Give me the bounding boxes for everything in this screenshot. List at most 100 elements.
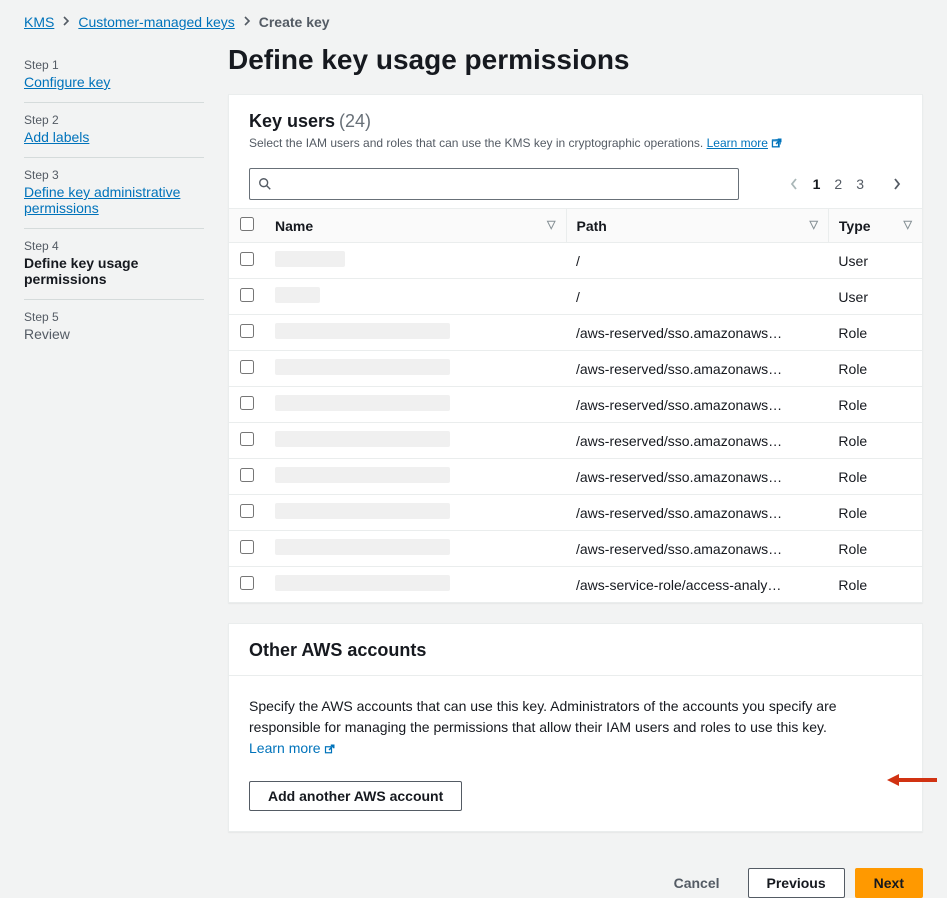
external-link-icon bbox=[771, 137, 783, 149]
cell-name bbox=[265, 387, 566, 423]
column-type[interactable]: Type▽ bbox=[828, 209, 922, 243]
cell-name bbox=[265, 423, 566, 459]
step-title[interactable]: Configure key bbox=[24, 74, 204, 90]
chevron-right-icon bbox=[892, 177, 902, 191]
pagination-prev[interactable] bbox=[789, 177, 799, 191]
cell-path: /aws-reserved/sso.amazonaws… bbox=[566, 315, 828, 351]
search-input[interactable] bbox=[272, 176, 730, 192]
breadcrumb: KMS Customer-managed keys Create key bbox=[0, 0, 947, 40]
learn-more-label: Learn more bbox=[249, 738, 321, 759]
step-2[interactable]: Step 2 Add labels bbox=[24, 103, 204, 158]
cell-path: /aws-reserved/sso.amazonaws… bbox=[566, 531, 828, 567]
cell-path: /aws-reserved/sso.amazonaws… bbox=[566, 495, 828, 531]
chevron-left-icon bbox=[789, 177, 799, 191]
pagination-next[interactable] bbox=[892, 177, 902, 191]
step-label: Step 2 bbox=[24, 113, 204, 127]
step-label: Step 5 bbox=[24, 310, 204, 324]
cell-type: Role bbox=[828, 387, 922, 423]
breadcrumb-kms[interactable]: KMS bbox=[24, 14, 54, 30]
page-3[interactable]: 3 bbox=[856, 176, 864, 192]
key-users-table: Name▽ Path▽ Type▽ /User/User/aws-reserve… bbox=[229, 208, 922, 602]
other-accounts-text: Specify the AWS accounts that can use th… bbox=[249, 698, 837, 735]
cell-type: Role bbox=[828, 567, 922, 603]
pagination: 123 bbox=[789, 176, 902, 192]
row-checkbox[interactable] bbox=[240, 576, 254, 590]
key-users-title: Key users bbox=[249, 111, 335, 131]
cancel-button[interactable]: Cancel bbox=[656, 869, 738, 897]
cell-name bbox=[265, 243, 566, 279]
cell-path: /aws-reserved/sso.amazonaws… bbox=[566, 459, 828, 495]
row-checkbox[interactable] bbox=[240, 252, 254, 266]
table-row: /aws-reserved/sso.amazonaws…Role bbox=[229, 531, 922, 567]
cell-type: Role bbox=[828, 423, 922, 459]
step-1[interactable]: Step 1 Configure key bbox=[24, 48, 204, 103]
step-label: Step 1 bbox=[24, 58, 204, 72]
cell-type: Role bbox=[828, 315, 922, 351]
cell-name bbox=[265, 567, 566, 603]
cell-type: Role bbox=[828, 459, 922, 495]
redacted-name bbox=[275, 539, 450, 555]
page-1[interactable]: 1 bbox=[813, 176, 821, 192]
row-checkbox[interactable] bbox=[240, 432, 254, 446]
table-row: /aws-reserved/sso.amazonaws…Role bbox=[229, 459, 922, 495]
row-checkbox[interactable] bbox=[240, 540, 254, 554]
learn-more-label: Learn more bbox=[707, 136, 768, 150]
cell-path: / bbox=[566, 279, 828, 315]
table-row: /User bbox=[229, 279, 922, 315]
chevron-right-icon bbox=[62, 15, 70, 30]
step-label: Step 3 bbox=[24, 168, 204, 182]
redacted-name bbox=[275, 431, 450, 447]
other-accounts-title: Other AWS accounts bbox=[249, 640, 426, 660]
wizard-footer: Cancel Previous Next bbox=[228, 852, 923, 898]
key-users-count: (24) bbox=[339, 111, 371, 131]
step-title: Review bbox=[24, 326, 204, 342]
redacted-name bbox=[275, 575, 450, 591]
row-checkbox[interactable] bbox=[240, 360, 254, 374]
key-users-subtitle: Select the IAM users and roles that can … bbox=[249, 136, 703, 150]
column-path[interactable]: Path▽ bbox=[566, 209, 828, 243]
cell-name bbox=[265, 351, 566, 387]
step-label: Step 4 bbox=[24, 239, 204, 253]
row-checkbox[interactable] bbox=[240, 288, 254, 302]
row-checkbox[interactable] bbox=[240, 504, 254, 518]
table-row: /aws-reserved/sso.amazonaws…Role bbox=[229, 351, 922, 387]
row-checkbox[interactable] bbox=[240, 396, 254, 410]
other-accounts-learn-more-link[interactable]: Learn more bbox=[249, 738, 336, 759]
row-checkbox[interactable] bbox=[240, 468, 254, 482]
step-title[interactable]: Define key administrative permissions bbox=[24, 184, 204, 216]
breadcrumb-current: Create key bbox=[259, 14, 330, 30]
table-row: /aws-service-role/access-analy…Role bbox=[229, 567, 922, 603]
cell-path: / bbox=[566, 243, 828, 279]
sort-icon: ▽ bbox=[547, 218, 555, 231]
wizard-sidebar: Step 1Configure keyStep 2Add labelsStep … bbox=[24, 40, 204, 898]
table-row: /aws-reserved/sso.amazonaws…Role bbox=[229, 387, 922, 423]
cell-type: Role bbox=[828, 351, 922, 387]
breadcrumb-customer-managed-keys[interactable]: Customer-managed keys bbox=[78, 14, 234, 30]
redacted-name bbox=[275, 323, 450, 339]
key-users-panel: Key users (24) Select the IAM users and … bbox=[228, 94, 923, 603]
previous-button[interactable]: Previous bbox=[748, 868, 845, 898]
redacted-name bbox=[275, 287, 320, 303]
column-name[interactable]: Name▽ bbox=[265, 209, 566, 243]
table-row: /aws-reserved/sso.amazonaws…Role bbox=[229, 315, 922, 351]
row-checkbox[interactable] bbox=[240, 324, 254, 338]
select-all-checkbox[interactable] bbox=[240, 217, 254, 231]
page-2[interactable]: 2 bbox=[834, 176, 842, 192]
cell-type: User bbox=[828, 279, 922, 315]
table-row: /aws-reserved/sso.amazonaws…Role bbox=[229, 495, 922, 531]
key-users-learn-more-link[interactable]: Learn more bbox=[707, 136, 783, 150]
next-button[interactable]: Next bbox=[855, 868, 923, 898]
search-icon bbox=[258, 177, 272, 191]
table-row: /User bbox=[229, 243, 922, 279]
step-title[interactable]: Add labels bbox=[24, 129, 204, 145]
search-input-wrap[interactable] bbox=[249, 168, 739, 200]
step-4: Step 4Define key usage permissions bbox=[24, 229, 204, 300]
redacted-name bbox=[275, 395, 450, 411]
cell-path: /aws-reserved/sso.amazonaws… bbox=[566, 351, 828, 387]
sort-icon: ▽ bbox=[809, 218, 817, 231]
table-row: /aws-reserved/sso.amazonaws…Role bbox=[229, 423, 922, 459]
step-3[interactable]: Step 3 Define key administrative permissi… bbox=[24, 158, 204, 229]
step-5: Step 5 Review bbox=[24, 300, 204, 354]
cell-type: Role bbox=[828, 495, 922, 531]
add-aws-account-button[interactable]: Add another AWS account bbox=[249, 781, 462, 811]
